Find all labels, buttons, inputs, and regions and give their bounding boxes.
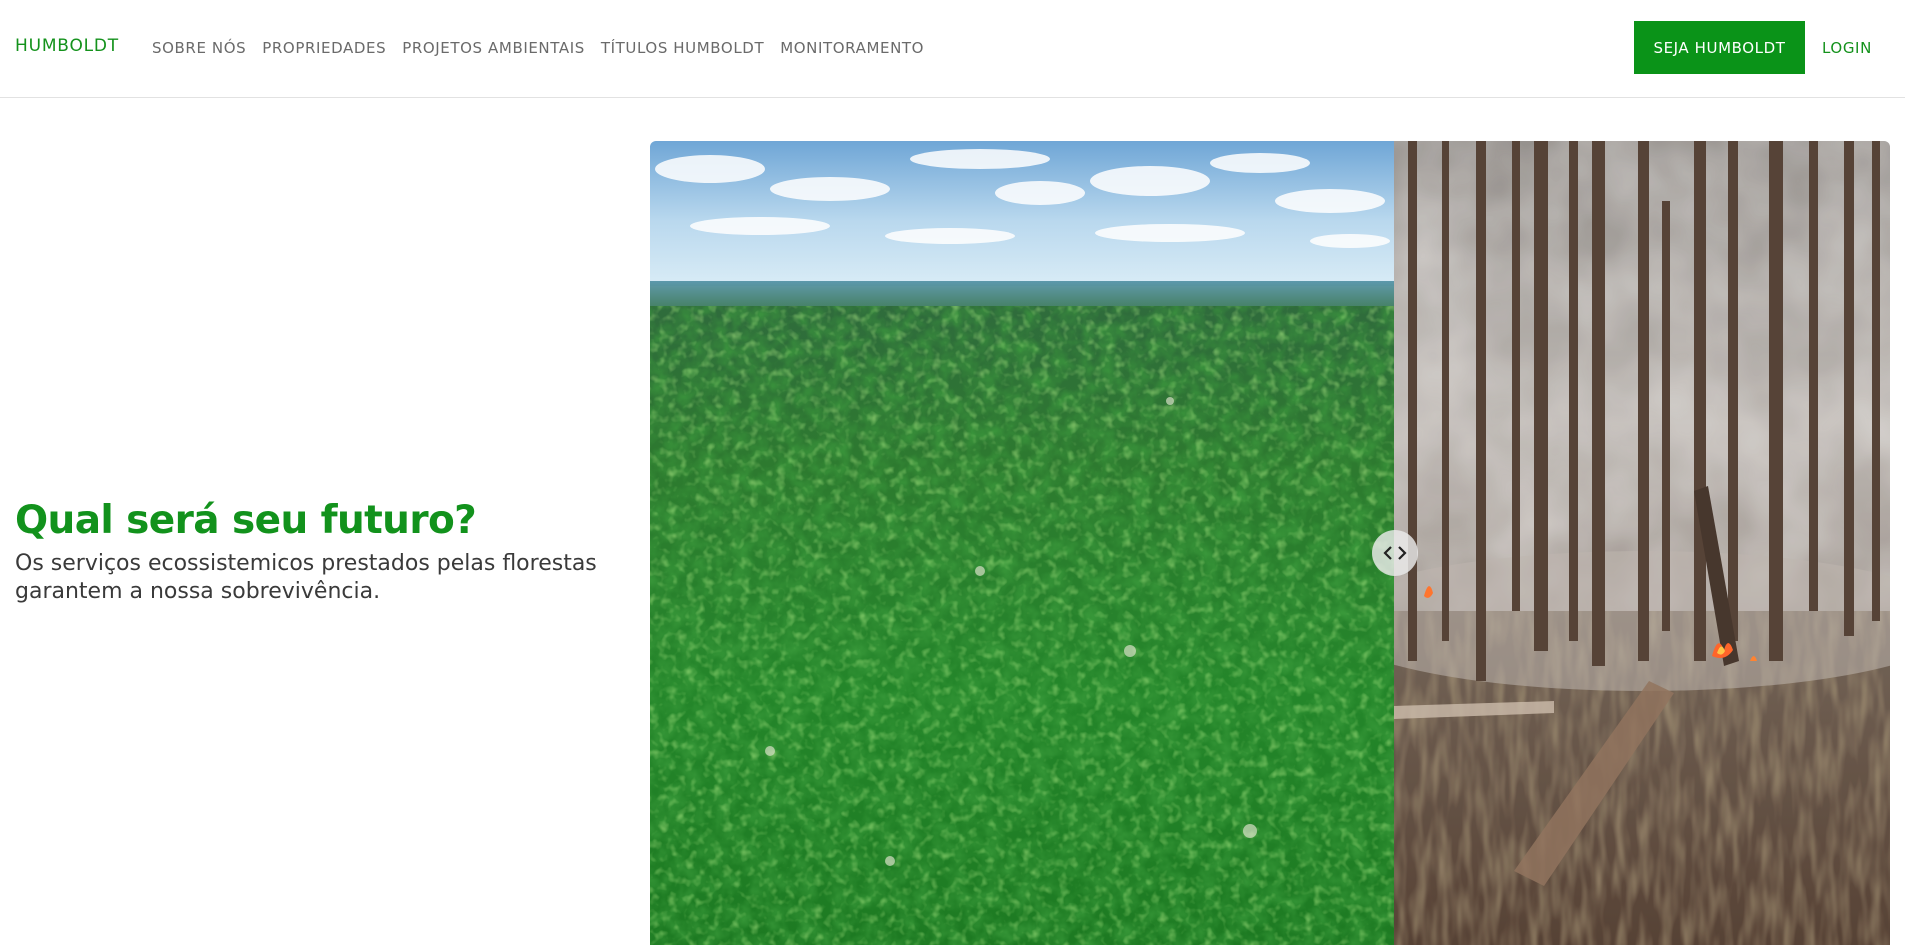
- nav-item-monitoramento: MONITORAMENTO: [780, 39, 924, 58]
- nav-item-projetos-ambientais: PROJETOS AMBIENTAIS: [402, 39, 585, 58]
- hero-text-block: Qual será seu futuro? Os serviços ecossi…: [15, 496, 635, 606]
- nav-link-sobre-nos[interactable]: SOBRE NÓS: [152, 39, 246, 57]
- chevron-left-icon: [1383, 546, 1393, 560]
- top-navbar: HUMBOLDT SOBRE NÓS PROPRIEDADES PROJETOS…: [0, 0, 1905, 98]
- nav-link-projetos-ambientais[interactable]: PROJETOS AMBIENTAIS: [402, 39, 585, 57]
- nav-link-titulos-humboldt[interactable]: TÍTULOS HUMBOLDT: [601, 39, 764, 57]
- login-link[interactable]: LOGIN: [1822, 39, 1872, 57]
- nav-item-titulos-humboldt: TÍTULOS HUMBOLDT: [601, 39, 764, 58]
- nav-item-sobre-nos: SOBRE NÓS: [152, 39, 246, 58]
- seja-humboldt-button[interactable]: SEJA HUMBOLDT: [1634, 21, 1805, 74]
- burning-forest-photo: [1394, 141, 1890, 945]
- main-nav: SOBRE NÓS PROPRIEDADES PROJETOS AMBIENTA…: [152, 39, 924, 58]
- hero-subtitle: Os serviços ecossistemicos prestados pel…: [15, 551, 597, 604]
- chevron-right-icon: [1397, 546, 1407, 560]
- brand-logo-link[interactable]: HUMBOLDT: [15, 36, 119, 56]
- aerial-rainforest-photo: [650, 141, 1394, 945]
- hero-title: Qual será seu futuro?: [15, 498, 477, 543]
- forest-comparison-slider[interactable]: [650, 141, 1890, 945]
- nav-link-propriedades[interactable]: PROPRIEDADES: [262, 39, 386, 57]
- nav-link-monitoramento[interactable]: MONITORAMENTO: [780, 39, 924, 57]
- nav-item-propriedades: PROPRIEDADES: [262, 39, 386, 58]
- comparison-drag-handle[interactable]: [1372, 530, 1418, 576]
